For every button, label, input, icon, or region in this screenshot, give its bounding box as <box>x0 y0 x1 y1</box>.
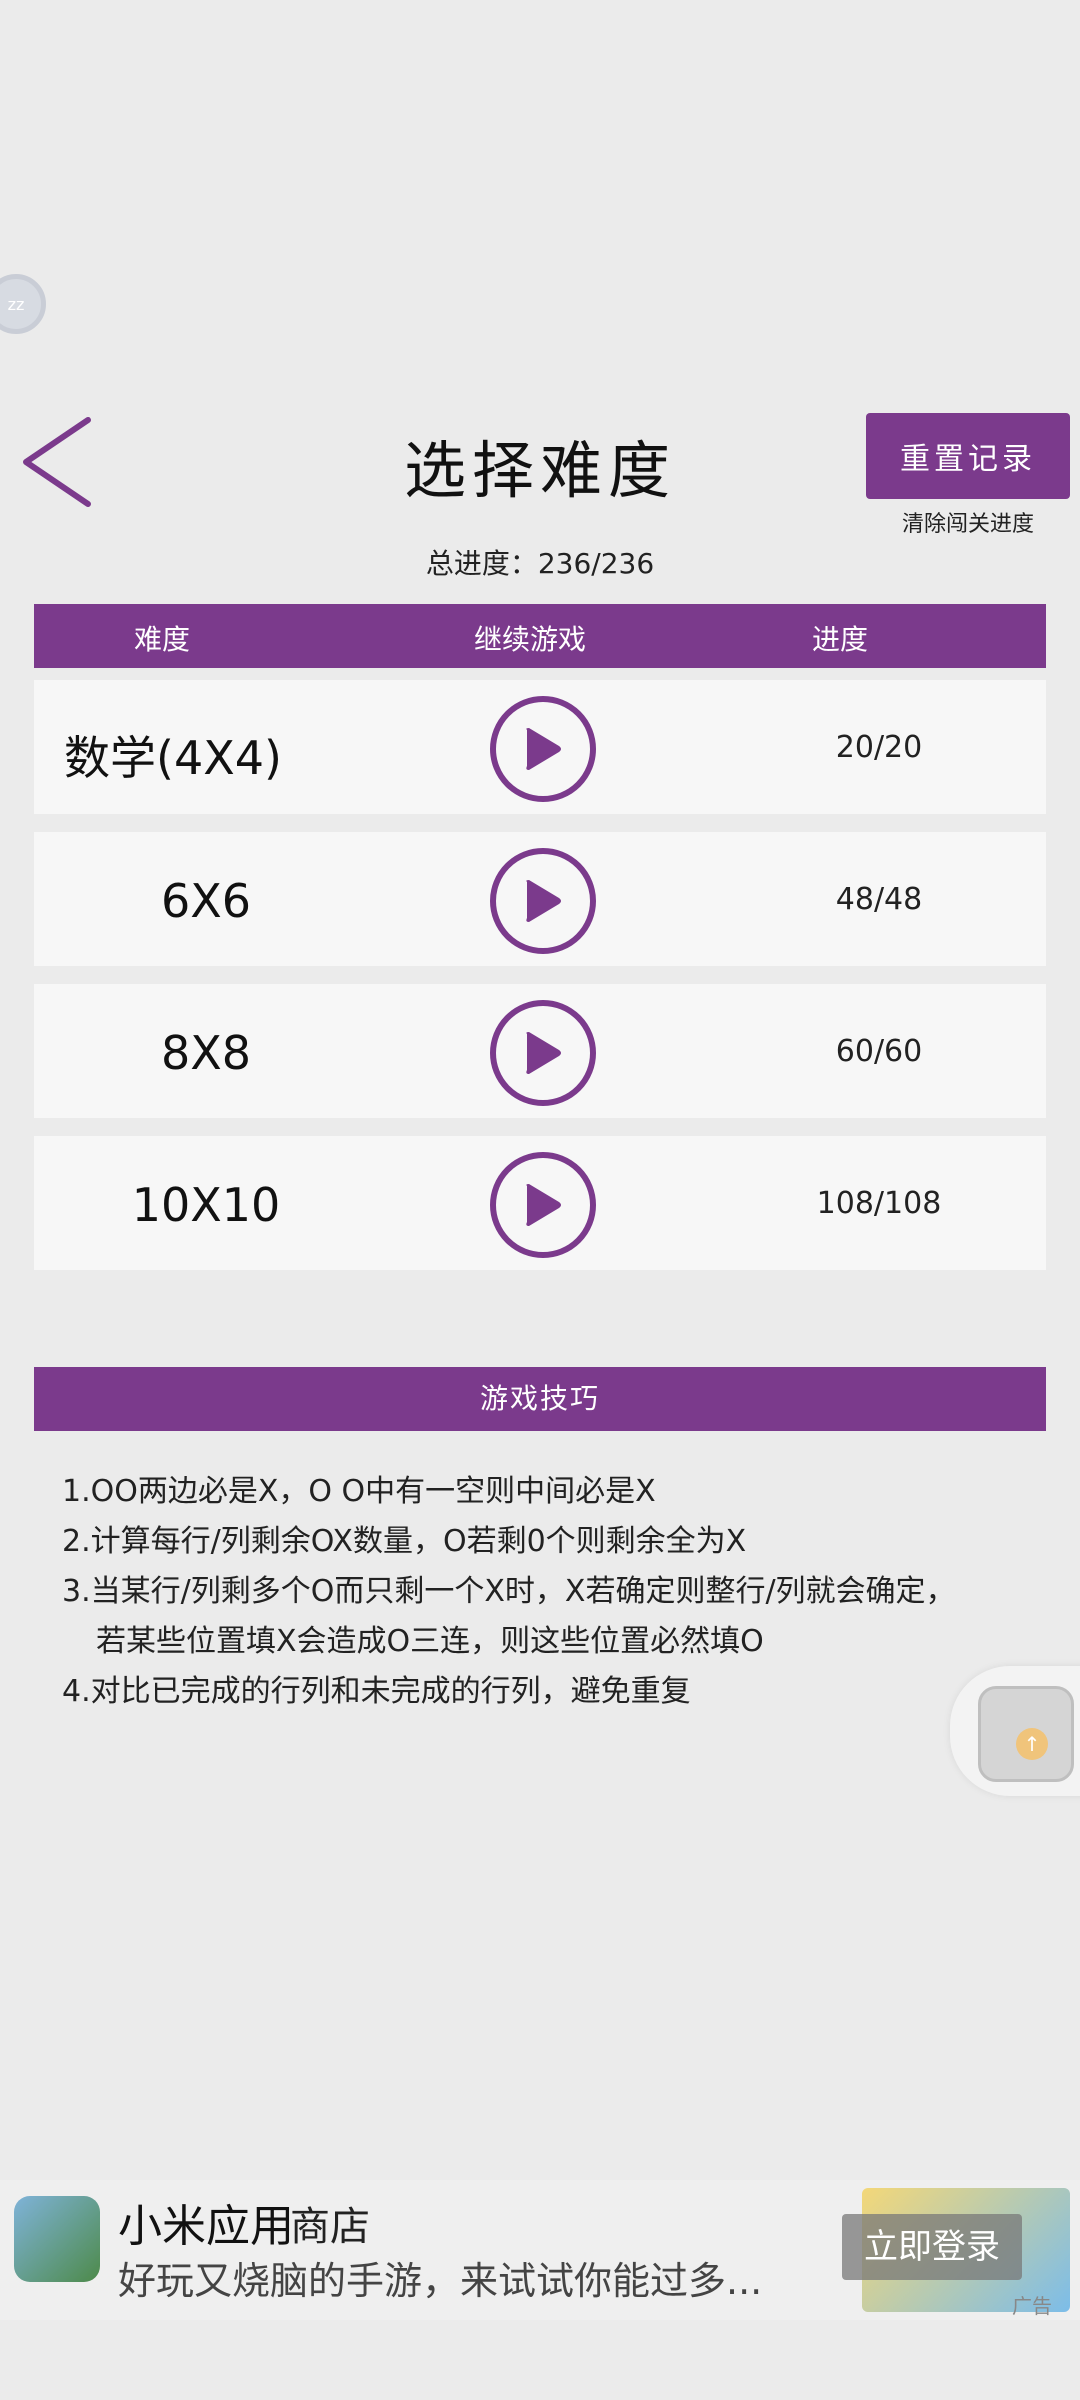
difficulty-row[interactable]: 6X6 48/48 <box>34 832 1046 966</box>
ad-description: 好玩又烧脑的手游，来试试你能过多... <box>118 2259 763 2303</box>
play-button[interactable] <box>490 1000 596 1106</box>
tip-line: 若某些位置填X会造成O三连，则这些位置必然填O <box>96 1624 764 1659</box>
ad-app-icon <box>14 2196 100 2282</box>
play-icon <box>526 880 561 922</box>
floating-bubble-text: zz <box>7 294 25 314</box>
play-icon <box>526 1184 561 1226</box>
difficulty-name: 8X8 <box>160 1026 252 1080</box>
column-header-continue: 继续游戏 <box>474 623 587 656</box>
play-button[interactable] <box>490 696 596 802</box>
tip-line: 1.OO两边必是X，O O中有一空则中间必是X <box>62 1474 656 1509</box>
column-header-progress: 进度 <box>812 623 869 656</box>
difficulty-table-header: 难度 继续游戏 进度 <box>34 604 1046 668</box>
floating-assistant-bubble[interactable]: zz <box>0 274 46 334</box>
ad-store-text: 商店 <box>290 2204 370 2250</box>
reset-record-label: 重置记录 <box>900 442 1036 477</box>
reset-record-subtitle: 清除闯关进度 <box>901 512 1034 537</box>
ad-tag: 广告 <box>1012 2294 1052 2318</box>
difficulty-row[interactable]: 8X8 60/60 <box>34 984 1046 1118</box>
play-icon <box>526 728 561 770</box>
difficulty-name: 6X6 <box>160 874 252 928</box>
tip-line: 4.对比已完成的行列和未完成的行列，避免重复 <box>62 1674 691 1709</box>
tip-line: 2.计算每行/列剩余OX数量，O若剩0个则剩余全为X <box>62 1524 747 1559</box>
play-button[interactable] <box>490 848 596 954</box>
difficulty-name: 10X10 <box>131 1178 281 1232</box>
tip-line: 3.当某行/列剩多个O而只剩一个X时，X若确定则整行/列就会确定， <box>62 1574 956 1609</box>
reset-record-button[interactable]: 重置记录 <box>866 413 1070 499</box>
difficulty-name: 数学(4X4) <box>64 731 282 785</box>
upload-icon: ↑ <box>1016 1728 1048 1760</box>
floating-game-widget[interactable]: ↑ <box>950 1666 1080 1796</box>
difficulty-progress: 108/108 <box>816 1186 942 1221</box>
total-progress: 总进度：236/236 <box>425 547 655 580</box>
tips-header: 游戏技巧 <box>34 1367 1046 1431</box>
ad-banner[interactable]: 小米应用 商店 好玩又烧脑的手游，来试试你能过多... 立即登录 广告 <box>0 2180 1080 2320</box>
play-icon <box>526 1032 561 1074</box>
column-header-difficulty: 难度 <box>134 623 191 656</box>
ad-app-name: 小米应用 <box>118 2201 294 2252</box>
difficulty-progress: 20/20 <box>835 730 923 765</box>
difficulty-progress: 48/48 <box>835 882 923 917</box>
ad-login-button[interactable]: 立即登录 <box>842 2214 1022 2280</box>
difficulty-row[interactable]: 10X10 108/108 <box>34 1136 1046 1270</box>
play-button[interactable] <box>490 1152 596 1258</box>
difficulty-progress: 60/60 <box>835 1034 923 1069</box>
difficulty-row[interactable]: 数学(4X4) 20/20 <box>34 680 1046 814</box>
